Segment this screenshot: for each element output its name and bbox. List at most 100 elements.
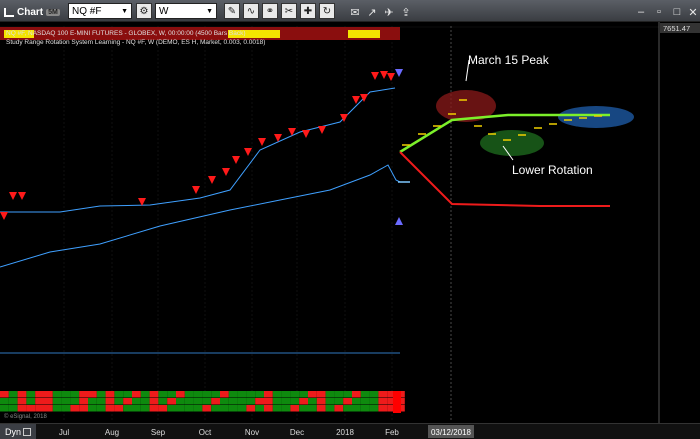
cursor-date: 03/12/2018 [431, 428, 472, 437]
sell-arrow-icon [192, 186, 200, 194]
bird-icon: ✈ [384, 6, 394, 19]
sell-arrow-icon [387, 73, 395, 81]
volume-cell [8, 398, 18, 405]
sell-arrow-icon [18, 192, 26, 200]
tag-top: 7651.47 [663, 24, 690, 33]
time-label: Oct [199, 428, 212, 437]
volume-cell [176, 391, 185, 398]
volume-cell [123, 405, 132, 412]
volume-cell [140, 391, 150, 398]
volume-cell [290, 398, 300, 405]
volume-cell [176, 398, 185, 405]
volume-cell [352, 405, 361, 412]
volume-cell [26, 391, 36, 398]
chevron-down-icon: ▼ [121, 7, 128, 15]
sell-arrow-icon [258, 138, 266, 146]
maximize-button[interactable]: □ [670, 4, 684, 20]
sell-arrow-icon [208, 176, 216, 184]
volume-cell [325, 398, 335, 405]
volume-cell [149, 391, 159, 398]
time-label: Dec [290, 428, 304, 437]
volume-cell [316, 398, 326, 405]
tools-button[interactable]: ✂ [281, 3, 297, 19]
volume-cell [184, 405, 194, 412]
volume-cell [325, 391, 335, 398]
sell-arrow-icon [232, 156, 240, 164]
volume-cell [211, 391, 220, 398]
volume-cell [114, 398, 124, 405]
volume-cell [255, 405, 264, 412]
volume-cell [88, 405, 97, 412]
volume-cell [325, 405, 335, 412]
envelope-icon: ✉ [350, 6, 360, 19]
restore-button[interactable]: ▫ [652, 4, 666, 20]
volume-cell [237, 405, 247, 412]
link-badge[interactable]: 5M [46, 8, 60, 16]
volume-cell [167, 398, 176, 405]
volume-cell [79, 391, 88, 398]
volume-cell [88, 391, 97, 398]
volume-cell [114, 391, 124, 398]
volume-cell [123, 398, 132, 405]
volume-cell [228, 405, 238, 412]
sell-arrow-icon [318, 126, 326, 134]
volume-cell [343, 398, 352, 405]
time-label: Jul [59, 428, 69, 437]
volume-cell [211, 405, 220, 412]
sell-arrow-icon [302, 130, 310, 138]
symbol-input[interactable]: NQ #F ▼ [68, 3, 132, 19]
volume-cell [281, 391, 291, 398]
volume-cell [70, 391, 80, 398]
time-label: Feb [385, 428, 399, 437]
volume-cell [272, 405, 282, 412]
draw-tool-button[interactable]: ✎ [224, 3, 240, 19]
volume-panel [0, 391, 405, 413]
volume-cell [70, 398, 80, 405]
price-chart[interactable]: NQ #F, NASDAQ 100 E-MINI FUTURES - GLOBE… [0, 22, 700, 423]
volume-cell [44, 405, 53, 412]
sell-arrow-icon [222, 168, 230, 176]
volume-cell [61, 391, 71, 398]
volume-cell [35, 405, 44, 412]
volume-cell [246, 398, 256, 405]
refresh-button[interactable]: ↻ [319, 3, 335, 19]
email-button[interactable]: ✉ [348, 4, 362, 20]
volume-cell [79, 405, 88, 412]
close-button[interactable]: ✕ [686, 4, 700, 20]
volume-cell [140, 405, 150, 412]
volume-cell [0, 398, 9, 405]
volume-cell [17, 398, 27, 405]
chart-header-line2: Study Range Rotation System Learning - N… [6, 39, 265, 46]
minimize-button[interactable]: – [634, 4, 648, 20]
refresh-icon: ↻ [322, 5, 332, 17]
lower-band [0, 164, 401, 268]
volume-cell [52, 405, 62, 412]
settings-button[interactable]: ⚙ [136, 3, 152, 19]
period-button[interactable]: ✚ [300, 3, 316, 19]
signal-arrow-icon [395, 69, 403, 77]
signal-arrow-icon [395, 217, 403, 225]
volume-cell [132, 391, 141, 398]
twitter-button[interactable]: ✈ [382, 4, 396, 20]
volume-cell [17, 391, 27, 398]
volume-cell [334, 391, 344, 398]
upper-band [0, 87, 396, 213]
sell-arrow-icon [0, 212, 8, 220]
chevron-down-icon: ▼ [206, 7, 213, 15]
volume-cell [272, 391, 282, 398]
wrench-icon: ✂ [284, 5, 294, 17]
close-icon: ✕ [688, 6, 698, 19]
volume-cell [378, 398, 388, 405]
upload-icon: ⇪ [401, 6, 411, 19]
publish-button[interactable]: ⇪ [399, 4, 413, 20]
interval-input[interactable]: W ▼ [155, 3, 217, 19]
link-tool-button[interactable]: ⚭ [262, 3, 278, 19]
volume-cell [334, 405, 344, 412]
down-projection [399, 151, 610, 207]
volume-cell [360, 405, 370, 412]
volume-cell [369, 398, 379, 405]
curve-tool-button[interactable]: ∿ [243, 3, 259, 19]
share-button[interactable]: ↗ [365, 4, 379, 20]
volume-cell [343, 391, 352, 398]
volume-cell [44, 398, 53, 405]
